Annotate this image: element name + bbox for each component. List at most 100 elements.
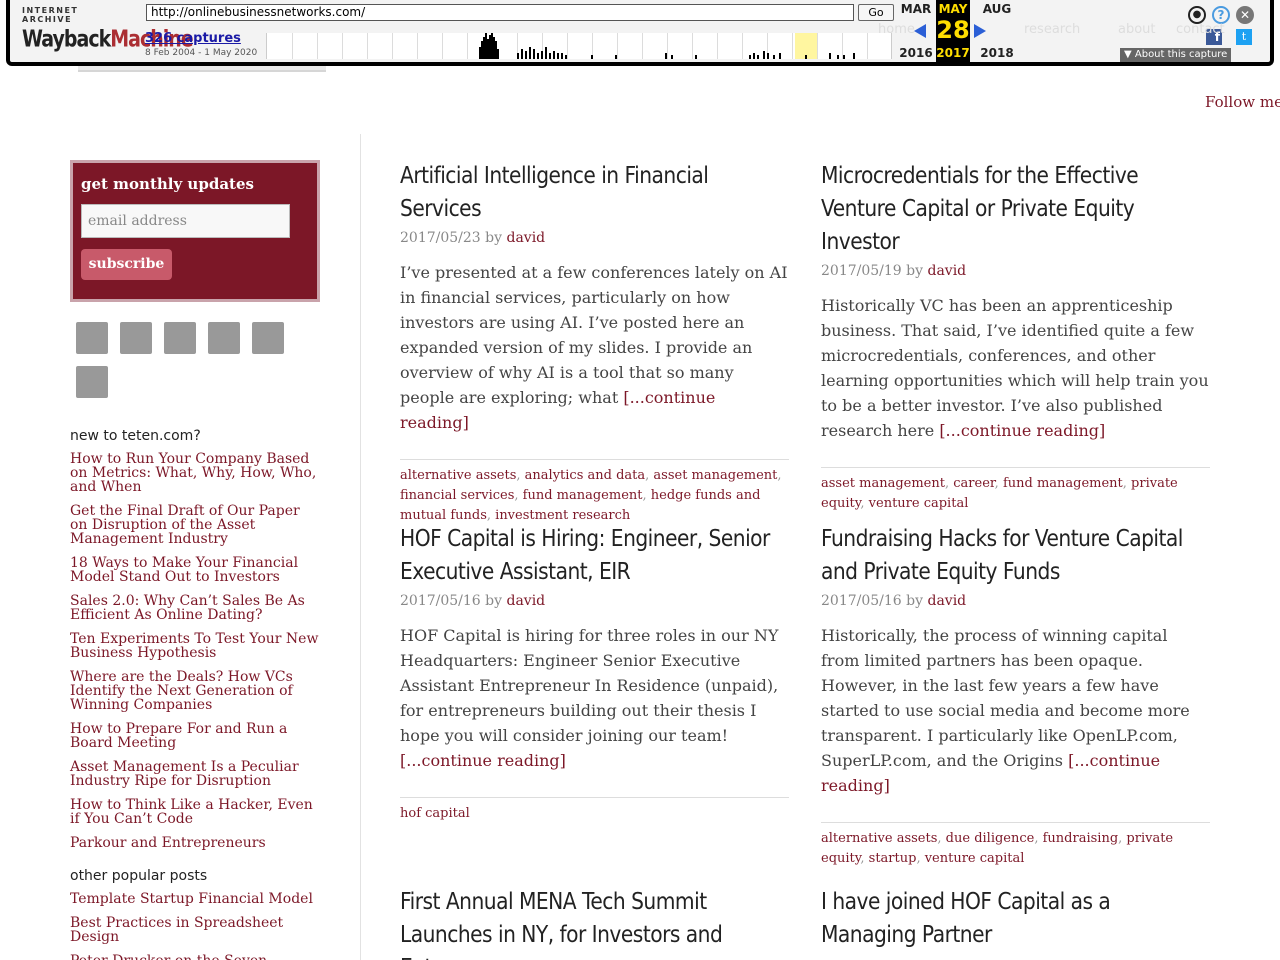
tag-link[interactable]: alternative assets [821,831,937,846]
new-to-site-link[interactable]: How to Run Your Company Based on Metrics… [70,452,320,494]
post-card: HOF Capital is Hiring: Engineer, Senior … [400,523,789,824]
sparkline-year-gridline [367,33,368,59]
popular-post-link[interactable]: Best Practices in Spreadsheet Design [70,916,320,944]
nav-about[interactable]: about [1118,22,1156,37]
sparkline-capture-bar [525,51,527,59]
new-to-site-link[interactable]: Ten Experiments To Test Your New Busines… [70,632,320,660]
post-by: by [485,593,503,609]
post-title[interactable]: First Annual MENA Tech Summit Launches i… [400,886,789,960]
sparkline-capture-bar [665,53,667,59]
popular-posts-links: Template Startup Financial Model Best Pra… [70,892,320,960]
social-icon-2[interactable] [120,322,152,354]
tag-link[interactable]: venture capital [869,496,969,511]
post-title[interactable]: Microcredentials for the Effective Ventu… [821,160,1210,259]
social-icon-4[interactable] [208,322,240,354]
sparkline-year-gridline [617,33,618,59]
popular-post-link[interactable]: Peter Drucker on the Seven Sources [70,954,320,960]
tag-link[interactable]: career [953,476,994,491]
tag-link[interactable]: asset management [653,468,777,483]
sparkline-capture-bar [757,55,759,59]
about-capture-label: About this capture [1134,49,1228,60]
nav-research[interactable]: research [1024,22,1080,37]
about-this-capture-link[interactable]: ▼ About this capture [1120,48,1232,62]
tag-link[interactable]: venture capital [925,851,1025,866]
popular-post-link[interactable]: Template Startup Financial Model [70,892,320,906]
tag-link[interactable]: fund management [1003,476,1123,491]
next-month-column[interactable]: AUG 2018 [976,0,1018,60]
tag-link[interactable]: asset management [821,476,945,491]
tag-separator: , [860,851,869,866]
sparkline-capture-bar [533,49,535,59]
social-icon-5[interactable] [252,322,284,354]
sparkline-capture-bar [615,55,617,59]
tag-link[interactable]: financial services [400,488,514,503]
new-to-site-link[interactable]: Sales 2.0: Why Can’t Sales Be As Efficie… [70,594,320,622]
wayback-logo[interactable]: INTERNET ARCHIVE WaybackMachine [22,6,194,52]
tag-link[interactable]: startup [869,851,917,866]
new-to-site-link[interactable]: Asset Management Is a Peculiar Industry … [70,760,320,788]
captures-sparkline[interactable] [266,33,892,59]
sparkline-year-gridline [317,33,318,59]
new-to-site-link[interactable]: Parkour and Entrepreneurs [70,836,320,850]
sparkline-year-gridline [667,33,668,59]
wayback-url-input[interactable]: http://onlinebusinessnetworks.com/ [146,4,854,21]
sparkline-capture-bar [541,51,543,59]
new-to-site-link[interactable]: 18 Ways to Make Your Financial Model Sta… [70,556,320,584]
sidebar: get monthly updates email address subscr… [70,160,320,960]
post-excerpt-text: Historically VC has been an apprenticesh… [821,296,1209,440]
tag-link[interactable]: hof capital [400,806,470,821]
post-excerpt: Historically VC has been an apprenticesh… [821,293,1210,443]
new-to-site-link[interactable]: How to Think Like a Hacker, Even if You … [70,798,320,826]
continue-reading-link[interactable]: [...continue reading] [939,421,1105,440]
sparkline-capture-bar [497,49,499,59]
post-meta: 2017/05/16 by david [400,593,789,609]
subscribe-button[interactable]: subscribe [81,249,172,280]
sparkline-year-gridline [417,33,418,59]
tag-link[interactable]: due diligence [946,831,1035,846]
close-icon[interactable]: ✕ [1236,6,1254,24]
sparkline-year-gridline [792,33,793,59]
post-by: by [906,263,924,279]
new-to-site-link[interactable]: How to Prepare For and Run a Board Meeti… [70,722,320,750]
captures-link[interactable]: 326 captures [145,31,241,46]
social-icon-3[interactable] [164,322,196,354]
post-author-link[interactable]: david [927,263,966,279]
tag-separator: , [516,468,525,483]
sparkline-capture-bar [767,53,769,59]
nav-home[interactable]: home [878,22,915,37]
post-title[interactable]: HOF Capital is Hiring: Engineer, Senior … [400,523,789,589]
post-author-link[interactable]: david [506,230,545,246]
newsletter-box: get monthly updates email address subscr… [70,160,320,302]
sparkline-capture-bar [557,53,559,59]
twitter-share-icon[interactable]: t [1236,29,1252,45]
post-title[interactable]: I have joined HOF Capital as a Managing … [821,886,1210,952]
tag-link[interactable]: investment research [495,508,630,523]
tag-link[interactable]: analytics and data [525,468,645,483]
new-to-site-link[interactable]: Get the Final Draft of Our Paper on Disr… [70,504,320,546]
nav-contact[interactable]: contact [1176,22,1225,37]
sparkline-year-gridline [567,33,568,59]
tag-link[interactable]: alternative assets [400,468,516,483]
tag-link[interactable]: fund management [523,488,643,503]
new-to-site-link[interactable]: Where are the Deals? How VCs Identify th… [70,670,320,712]
prev-month-column[interactable]: MAR 2016 [896,0,936,60]
go-button[interactable]: Go [858,4,894,21]
follow-me-link[interactable]: Follow me [1205,93,1280,111]
post-title[interactable]: Fundraising Hacks for Venture Capital an… [821,523,1210,589]
post-meta: 2017/05/16 by david [821,593,1210,609]
post-author-link[interactable]: david [506,593,545,609]
social-icon-1[interactable] [76,322,108,354]
sparkline-year-gridline [392,33,393,59]
continue-reading-link[interactable]: [...continue reading] [400,751,566,770]
post-tags: hof capital [400,797,789,824]
email-input[interactable]: email address [81,204,290,238]
social-icon-6[interactable] [76,366,108,398]
post-author-link[interactable]: david [927,593,966,609]
popular-posts-heading: other popular posts [70,868,208,884]
sparkline-year-gridline [292,33,293,59]
sparkline-capture-bar [549,53,551,59]
sparkline-year-gridline [867,33,868,59]
post-excerpt-text: Historically, the process of winning cap… [821,626,1190,770]
tag-link[interactable]: fundraising [1043,831,1119,846]
post-title[interactable]: Artificial Intelligence in Financial Ser… [400,160,789,226]
